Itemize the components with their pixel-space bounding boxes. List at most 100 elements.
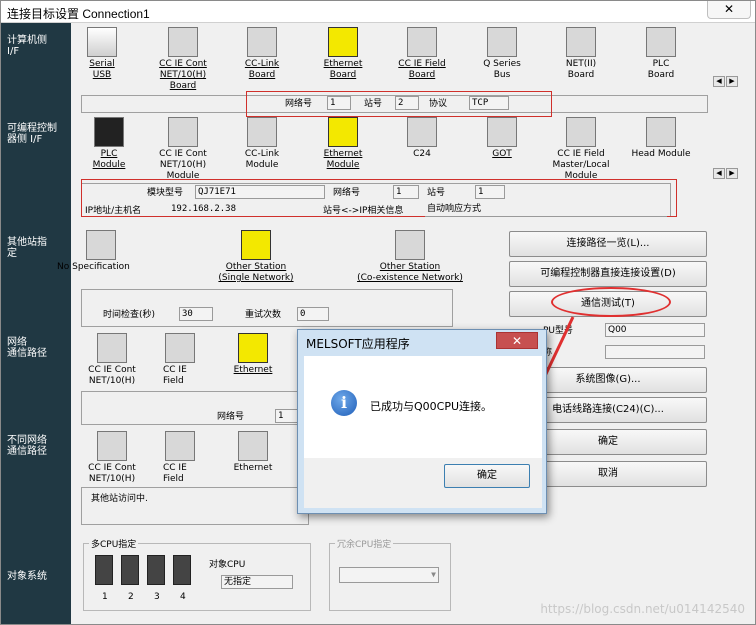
protocol-label: 协议 xyxy=(429,99,448,109)
coexist-network-icon xyxy=(395,230,425,260)
other-detail-box xyxy=(81,289,453,327)
title-bar: 连接目标设置 Connection1 ✕ xyxy=(1,1,755,23)
cpu-number: 4 xyxy=(180,592,186,602)
ethernet-board-icon xyxy=(328,27,358,57)
window-title: 连接目标设置 Connection1 xyxy=(7,7,150,21)
sidebar-other-station: 其他站指 定 xyxy=(7,237,47,259)
ethernet-module-icon xyxy=(328,117,358,147)
module-icon xyxy=(165,333,195,363)
retry-field[interactable]: 0 xyxy=(297,307,329,321)
dialog-close-button[interactable]: ✕ xyxy=(496,332,538,349)
cpu-number: 3 xyxy=(154,592,160,602)
network-field[interactable]: 1 xyxy=(327,96,351,110)
scroll-left-icon[interactable]: ◀ xyxy=(713,76,725,87)
target-cpu-label: 对象CPU xyxy=(209,560,246,570)
other-label: Other Station (Single Network) xyxy=(218,262,294,283)
retry-label: 重试次数 xyxy=(245,310,282,320)
module-icon xyxy=(238,431,268,461)
comment-field xyxy=(605,345,705,359)
ip-field[interactable]: 192.168.2.38 xyxy=(169,203,299,217)
network-label: 网络号 xyxy=(285,99,313,109)
target-cpu-field[interactable]: 无指定 xyxy=(221,575,293,589)
module-icon xyxy=(97,431,127,461)
other-single-network[interactable]: Other Station (Single Network) xyxy=(201,230,311,284)
cpu-number: 2 xyxy=(128,592,134,602)
dialog-title: MELSOFT应用程序 xyxy=(306,337,410,351)
cpu-number: 1 xyxy=(102,592,108,602)
settings-panel: Serial USB CC IE Cont NET/10(H) Board CC… xyxy=(57,25,738,623)
diff-label: Ethernet xyxy=(233,463,273,473)
station-ip-field[interactable]: 自动响应方式 xyxy=(425,203,667,217)
station-label: 站号 xyxy=(364,99,383,109)
other-label: Other Station (Co-existence Network) xyxy=(357,262,463,283)
sidebar-network-route: 网络 通信路径 xyxy=(7,337,47,359)
sidebar-target-system: 对象系统 xyxy=(7,571,47,582)
timeout-label: 时间检查(秒) xyxy=(103,310,156,320)
board-icon xyxy=(646,27,676,57)
pc-if-label: PLC Board xyxy=(647,59,675,80)
multi-cpu-label: 多CPU指定 xyxy=(89,537,139,550)
single-network-icon xyxy=(241,230,271,260)
redundant-label: 冗余CPU指定 xyxy=(335,537,394,550)
other-coexist-network[interactable]: Other Station (Co-existence Network) xyxy=(339,230,481,284)
station-ip-label: 站号<->IP相关信息 xyxy=(323,206,404,216)
message-dialog: MELSOFT应用程序 ✕ i 已成功与Q00CPU连接。 确定 xyxy=(297,329,547,514)
sidebar-plc-side: 可编程控制 器侧 I/F xyxy=(7,123,57,145)
module-icon xyxy=(247,117,277,147)
plc-module-icon xyxy=(94,117,124,147)
model-field[interactable]: QJ71E71 xyxy=(195,185,325,199)
plc-if-label: Head Module xyxy=(631,149,691,159)
module-icon xyxy=(407,117,437,147)
module-icon xyxy=(168,117,198,147)
chevron-down-icon: ▼ xyxy=(431,570,436,579)
plc-station-label: 站号 xyxy=(427,188,446,198)
cpu-type-field: Q00 xyxy=(605,323,705,337)
dialog-ok-button[interactable]: 确定 xyxy=(444,464,530,488)
other-label: No Specification xyxy=(57,262,130,272)
sidebar-pc-side: 计算机侧 I/F xyxy=(7,35,47,57)
info-icon: i xyxy=(331,390,357,416)
no-spec-icon xyxy=(86,230,116,260)
other-no-spec[interactable]: No Specification xyxy=(51,230,151,273)
board-icon xyxy=(407,27,437,57)
computer-icon xyxy=(487,27,517,57)
route-ethernet[interactable]: Ethernet xyxy=(204,333,302,376)
route-network-label: 网络号 xyxy=(217,412,245,422)
module-icon xyxy=(165,431,195,461)
model-label: 模块型号 xyxy=(147,188,184,198)
cpu-slot-icon[interactable] xyxy=(121,555,139,585)
plc-station-field[interactable]: 1 xyxy=(475,185,505,199)
timeout-field[interactable]: 30 xyxy=(179,307,213,321)
protocol-field[interactable]: TCP xyxy=(469,96,509,110)
sidebar: 计算机侧 I/F 可编程控制 器侧 I/F 其他站指 定 网络 通信路径 不同网… xyxy=(1,23,71,624)
serial-usb-icon xyxy=(87,27,117,57)
board-icon xyxy=(168,27,198,57)
sidebar-diff-network: 不同网络 通信路径 xyxy=(7,435,47,457)
module-icon xyxy=(97,333,127,363)
route-list-button[interactable]: 连接路径一览(L)... xyxy=(509,231,707,257)
station-field[interactable]: 2 xyxy=(395,96,419,110)
plc-network-field[interactable]: 1 xyxy=(393,185,419,199)
ip-label: IP地址/主机名 xyxy=(85,206,142,216)
plc-if-head-module[interactable]: Head Module xyxy=(612,117,710,160)
pc-if-plc-board[interactable]: PLC Board xyxy=(612,27,710,81)
board-icon xyxy=(566,27,596,57)
connection-window: 连接目标设置 Connection1 ✕ 计算机侧 I/F 可编程控制 器侧 I… xyxy=(0,0,756,625)
module-icon xyxy=(646,117,676,147)
board-icon xyxy=(247,27,277,57)
route-label: Ethernet xyxy=(233,365,273,375)
diff-ethernet[interactable]: Ethernet xyxy=(204,431,302,474)
scroll-right-icon[interactable]: ▶ xyxy=(726,168,738,179)
cpu-slot-icon[interactable] xyxy=(95,555,113,585)
cpu-slot-icon[interactable] xyxy=(173,555,191,585)
close-button[interactable]: ✕ xyxy=(707,1,751,19)
scroll-left-icon[interactable]: ◀ xyxy=(713,168,725,179)
scroll-right-icon[interactable]: ▶ xyxy=(726,76,738,87)
direct-connect-button[interactable]: 可编程控制器直接连接设置(D) xyxy=(509,261,707,287)
cpu-slot-icon[interactable] xyxy=(147,555,165,585)
dialog-message: 已成功与Q00CPU连接。 xyxy=(370,400,493,413)
watermark: https://blog.csdn.net/u014142540 xyxy=(540,602,745,616)
plc-network-label: 网络号 xyxy=(333,188,361,198)
redundant-select[interactable]: ▼ xyxy=(339,567,439,583)
ethernet-icon xyxy=(238,333,268,363)
